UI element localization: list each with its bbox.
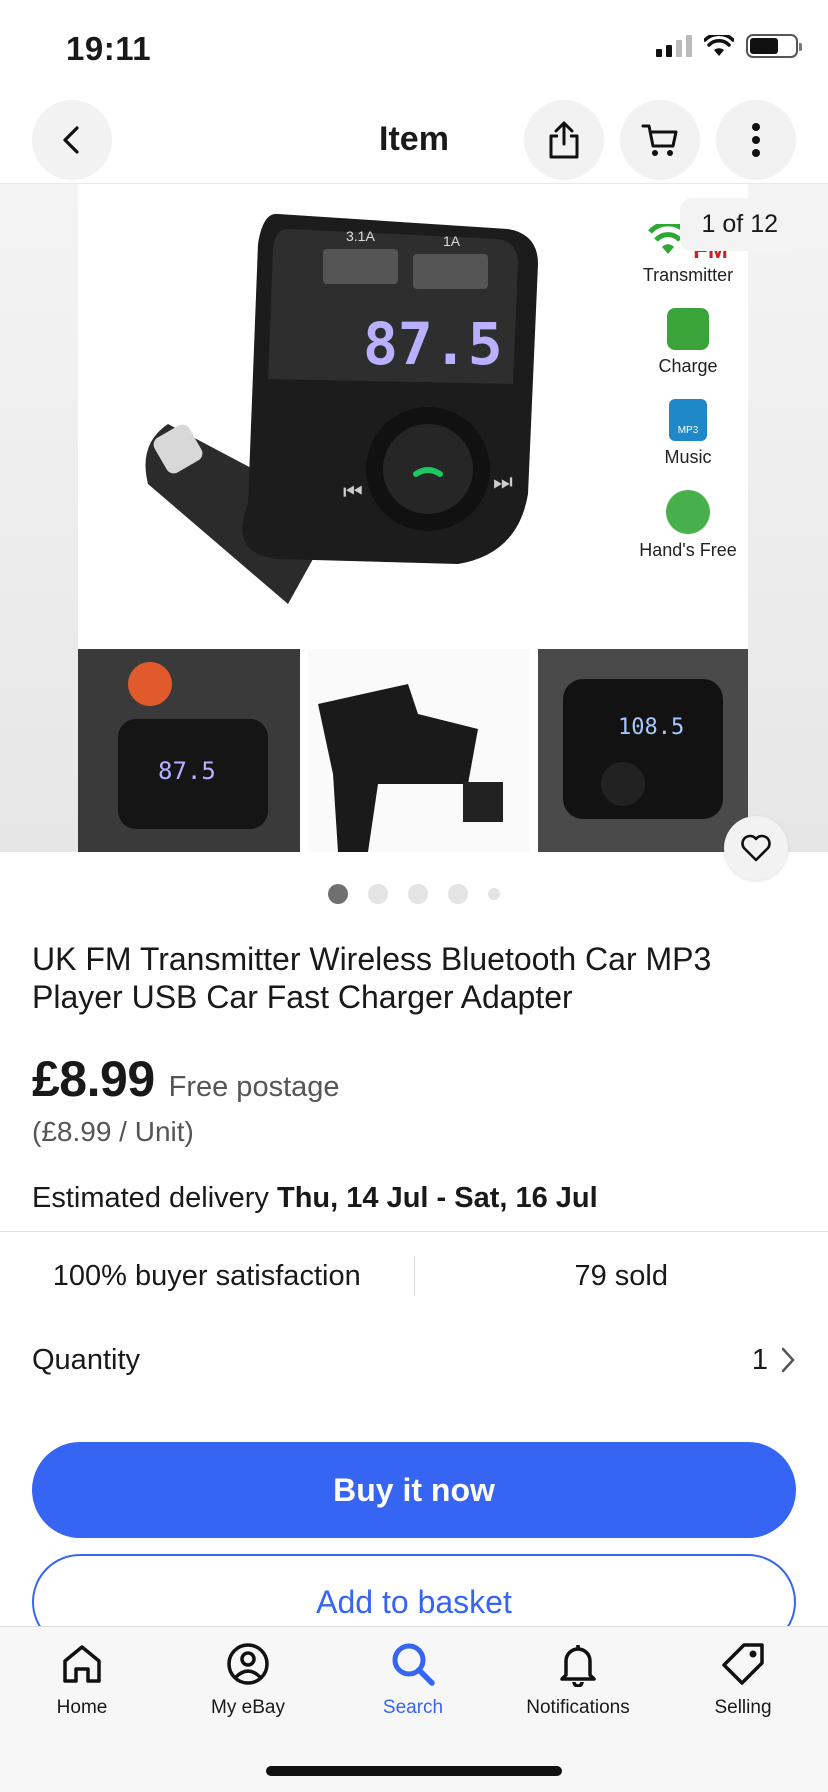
mp3-icon: MP3 — [669, 399, 707, 441]
product-image[interactable]: 3.1A 1A 87.5 ⏮ ⏭ 87.5 108.5 FM — [78, 184, 748, 852]
buy-it-now-button[interactable]: Buy it now — [32, 1442, 796, 1538]
signal-icon — [656, 35, 692, 57]
image-gallery[interactable]: 3.1A 1A 87.5 ⏮ ⏭ 87.5 108.5 FM — [0, 184, 828, 852]
buyer-satisfaction: 100% buyer satisfaction — [52, 1260, 361, 1292]
quantity-selector[interactable]: Quantity 1 — [32, 1340, 796, 1380]
tab-selling-label: Selling — [714, 1697, 772, 1718]
page-title: Item — [379, 120, 449, 158]
divider — [0, 1231, 828, 1232]
cart-icon — [641, 124, 678, 156]
pagination-dot[interactable] — [408, 884, 428, 904]
pagination-dot[interactable] — [328, 884, 348, 904]
tab-notifications[interactable]: Notifications — [503, 1641, 653, 1719]
svg-text:⏭: ⏭ — [493, 470, 513, 495]
quantity-label: Quantity — [32, 1343, 140, 1376]
thumb-display-2: 108.5 — [618, 715, 684, 740]
tab-my-ebay[interactable]: My eBay — [173, 1641, 323, 1719]
postage: Free postage — [168, 1071, 340, 1103]
heart-icon — [741, 834, 771, 862]
quantity-value: 1 — [751, 1343, 768, 1376]
back-button[interactable] — [32, 100, 112, 180]
share-button[interactable] — [524, 100, 604, 180]
feature-list: FM Transmitter Charge MP3 Music Hand's F… — [628, 224, 748, 561]
unit-price: (£8.99 / Unit) — [32, 1116, 194, 1147]
feature-music: Music — [664, 447, 712, 467]
quantity-value-group[interactable]: 1 — [752, 1344, 796, 1377]
feature-handsfree: Hand's Free — [639, 540, 737, 560]
port-label-1: 3.1A — [346, 228, 375, 244]
price-row: £8.99 Free postage — [32, 1050, 340, 1108]
home-indicator — [266, 1766, 562, 1776]
home-icon — [63, 1645, 101, 1683]
display-readout: 87.5 — [363, 310, 503, 378]
wifi-icon — [704, 35, 734, 56]
pagination-dot[interactable] — [368, 884, 388, 904]
port-label-2: 1A — [443, 233, 461, 249]
pagination-dot[interactable] — [448, 884, 468, 904]
mp3-icon-label: MP3 — [677, 425, 699, 436]
tab-my-ebay-label: My eBay — [211, 1697, 285, 1718]
estimated-delivery: Estimated delivery Thu, 14 Jul - Sat, 16… — [32, 1182, 598, 1215]
chevron-left-icon — [63, 126, 79, 154]
tab-home-label: Home — [56, 1697, 108, 1718]
gallery-pagination — [0, 884, 828, 904]
product-title: UK FM Transmitter Wireless Bluetooth Car… — [32, 941, 712, 1015]
top-nav: Item — [0, 96, 828, 184]
more-vertical-icon — [752, 123, 760, 157]
delivery-dates: Thu, 14 Jul - Sat, 16 Jul — [277, 1182, 598, 1214]
search-icon — [392, 1643, 435, 1686]
status-bar: 19:11 — [0, 0, 828, 96]
price: £8.99 — [32, 1051, 155, 1107]
feature-transmitter: Transmitter — [642, 265, 734, 285]
user-icon — [227, 1643, 269, 1685]
status-icons — [656, 34, 802, 58]
tab-notifications-label: Notifications — [526, 1697, 630, 1718]
chevron-right-icon — [781, 1347, 795, 1373]
feature-charge: Charge — [658, 356, 718, 376]
tab-search-label: Search — [382, 1697, 444, 1718]
pagination-dot[interactable] — [488, 888, 500, 900]
tab-selling[interactable]: Selling — [668, 1641, 818, 1719]
phone-icon — [666, 490, 710, 534]
thumb-display-1: 87.5 — [158, 757, 216, 785]
tag-icon — [722, 1643, 764, 1685]
sold-count: 79 sold — [574, 1260, 668, 1292]
image-counter: 1 of 12 — [679, 198, 800, 251]
charge-icon — [667, 308, 709, 350]
bell-icon — [560, 1645, 596, 1687]
battery-icon — [746, 34, 802, 58]
more-options-button[interactable] — [716, 100, 796, 180]
seller-stats: 100% buyer satisfaction 79 sold — [0, 1256, 828, 1316]
status-time: 19:11 — [66, 30, 152, 67]
cart-button[interactable] — [620, 100, 700, 180]
watch-button[interactable] — [724, 816, 788, 880]
svg-text:⏮: ⏮ — [343, 480, 363, 505]
tab-search[interactable]: Search — [338, 1641, 488, 1719]
share-icon — [549, 121, 579, 159]
tab-home[interactable]: Home — [7, 1641, 157, 1719]
delivery-label: Estimated delivery — [32, 1182, 269, 1214]
